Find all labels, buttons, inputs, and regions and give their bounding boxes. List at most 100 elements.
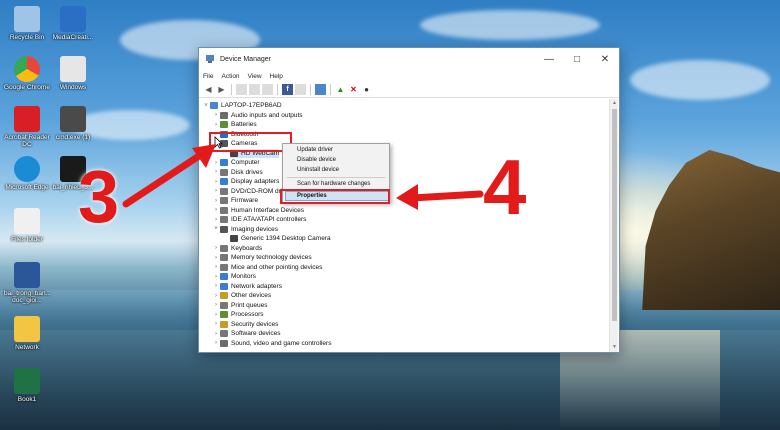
tree-root[interactable]: ˅ LAPTOP-17EPB6AD <box>202 101 282 111</box>
tree-item-other-devices[interactable]: › Other devices <box>212 291 271 301</box>
chevron-right-icon[interactable]: › <box>212 340 220 346</box>
desktop-icon[interactable]: Microsoft Edge <box>4 156 50 191</box>
update-driver-icon[interactable]: ▲ <box>335 84 346 95</box>
chevron-right-icon[interactable]: › <box>212 293 220 299</box>
tree-item-label: Memory technology devices <box>231 254 312 262</box>
desktop-icon[interactable]: Book1 <box>4 368 50 403</box>
tree-item-label: Human Interface Devices <box>231 206 304 214</box>
list-view-icon[interactable] <box>249 84 260 95</box>
chevron-right-icon[interactable]: › <box>212 274 220 280</box>
desktop-icon[interactable]: MediaCreati... <box>50 6 96 41</box>
chevron-right-icon[interactable]: › <box>212 312 220 318</box>
scan-hardware-icon[interactable]: ● <box>361 84 372 95</box>
scrollbar-thumb[interactable] <box>612 109 617 321</box>
help-icon[interactable] <box>262 84 273 95</box>
minimize-button[interactable]: — <box>535 48 563 70</box>
chevron-right-icon[interactable]: › <box>212 112 220 118</box>
tree-item-batteries[interactable]: › Batteries <box>212 120 257 130</box>
device-category-icon <box>220 225 228 233</box>
maximize-button[interactable]: □ <box>563 48 591 70</box>
chevron-right-icon[interactable]: › <box>212 255 220 261</box>
title-bar[interactable]: Device Manager — □ ✕ <box>199 48 619 70</box>
menu-action[interactable]: Action <box>221 73 239 80</box>
tree-item-ide-ata-atapi-controllers[interactable]: › IDE ATA/ATAPI controllers <box>212 215 306 225</box>
desktop-icon[interactable]: Acrobat Reader DC <box>4 106 50 148</box>
chevron-right-icon[interactable]: › <box>212 321 220 327</box>
tree-item-security-devices[interactable]: › Security devices <box>212 320 278 330</box>
tree-item-software-devices[interactable]: › Software devices <box>212 329 281 339</box>
tree-item-audio-inputs-and-outputs[interactable]: › Audio inputs and outputs <box>212 111 303 121</box>
usb-icon <box>60 106 86 132</box>
chevron-right-icon[interactable]: › <box>212 245 220 251</box>
tree-item-sound-video-and-game-controllers[interactable]: › Sound, video and game controllers <box>212 339 331 349</box>
menu-update-driver[interactable]: Update driver <box>297 145 333 155</box>
tree-item-label: Software devices <box>231 330 281 338</box>
menu-view[interactable]: View <box>248 73 262 80</box>
desktop-icon-label: Acrobat Reader DC <box>4 134 50 148</box>
tree-item-label: Audio inputs and outputs <box>231 111 303 119</box>
vertical-scrollbar[interactable]: ▲ ▼ <box>609 99 618 352</box>
desktop-icon[interactable]: bai_trong_ban... doc_gioi... <box>4 262 51 304</box>
chevron-right-icon[interactable]: › <box>212 217 220 223</box>
forward-icon[interactable]: ▶ <box>216 84 227 95</box>
help-book-icon[interactable]: f <box>282 84 293 95</box>
tree-item-monitors[interactable]: › Monitors <box>212 272 256 282</box>
desktop-icon-label: Microsoft Edge <box>5 184 49 191</box>
desktop-icon[interactable]: Windows <box>50 56 96 91</box>
device-category-icon <box>220 187 228 195</box>
scroll-down-icon[interactable]: ▼ <box>610 343 619 352</box>
menu-disable-device[interactable]: Disable device <box>297 155 336 165</box>
tree-item-keyboards[interactable]: › Keyboards <box>212 244 262 254</box>
desktop-icon-label: Google Chrome <box>4 84 50 91</box>
menu-separator <box>287 177 385 178</box>
chevron-right-icon[interactable]: › <box>212 264 220 270</box>
tree-item-label: Firmware <box>231 197 259 205</box>
folder-icon <box>14 316 40 342</box>
tree-item-processors[interactable]: › Processors <box>212 310 264 320</box>
device-manager-icon <box>206 55 214 63</box>
desktop-icon[interactable]: Recycle Bin <box>4 6 50 41</box>
tree-item-label: Security devices <box>231 320 279 328</box>
step-number-3: 3 <box>78 155 120 238</box>
desktop-icon[interactable]: Google Chrome <box>4 56 50 91</box>
tree-item-generic-1394-desktop-camera[interactable]: Generic 1394 Desktop Camera <box>230 234 331 244</box>
view-icon[interactable] <box>295 84 306 95</box>
toolbar-separator <box>231 84 232 95</box>
tree-item-mice-and-other-pointing-devices[interactable]: › Mice and other pointing devices <box>212 263 322 273</box>
chevron-right-icon[interactable]: › <box>212 122 220 128</box>
monitor-icon[interactable] <box>315 84 326 95</box>
back-icon[interactable]: ◀ <box>203 84 214 95</box>
tree-item-print-queues[interactable]: › Print queues <box>212 301 268 311</box>
menu-scan-hardware[interactable]: Scan for hardware changes <box>297 179 370 189</box>
close-button[interactable]: ✕ <box>591 48 619 70</box>
device-category-icon <box>220 197 228 205</box>
tree-item-label: Other devices <box>231 292 272 300</box>
properties-pane-icon[interactable] <box>236 84 247 95</box>
pdf-file-icon <box>14 208 40 234</box>
desktop-icon-label: Book1 <box>17 396 37 403</box>
uninstall-icon[interactable]: ✕ <box>348 84 359 95</box>
chevron-right-icon[interactable]: › <box>212 302 220 308</box>
tree-item-label: Batteries <box>231 121 257 129</box>
tree-item-imaging-devices[interactable]: ˅ Imaging devices <box>212 225 278 235</box>
chevron-down-icon[interactable]: ˅ <box>202 103 210 109</box>
menu-help[interactable]: Help <box>270 73 283 80</box>
menu-uninstall-device[interactable]: Uninstall device <box>297 165 339 175</box>
desktop-icon[interactable]: cmd.exe (1) <box>50 106 96 141</box>
tree-item-label: Mice and other pointing devices <box>231 263 323 271</box>
chevron-right-icon[interactable]: › <box>212 331 220 337</box>
tree-item-memory-technology-devices[interactable]: › Memory technology devices <box>212 253 312 263</box>
desktop-icon[interactable]: Network <box>4 316 50 351</box>
tree-item-label: Sound, video and game controllers <box>231 339 332 347</box>
menu-file[interactable]: File <box>203 73 213 80</box>
desktop-icon-label: Recycle Bin <box>9 34 45 41</box>
tree-item-human-interface-devices[interactable]: › Human Interface Devices <box>212 206 304 216</box>
desktop-icon[interactable]: Files folder <box>4 208 50 243</box>
window-title: Device Manager <box>220 55 271 63</box>
tree-item-display-adapters[interactable]: › Display adapters <box>212 177 279 187</box>
chevron-right-icon[interactable]: › <box>212 283 220 289</box>
chevron-down-icon[interactable]: ˅ <box>212 226 220 232</box>
tree-item-network-adapters[interactable]: › Network adapters <box>212 282 282 292</box>
scroll-up-icon[interactable]: ▲ <box>610 99 619 108</box>
excel-icon <box>14 368 40 394</box>
